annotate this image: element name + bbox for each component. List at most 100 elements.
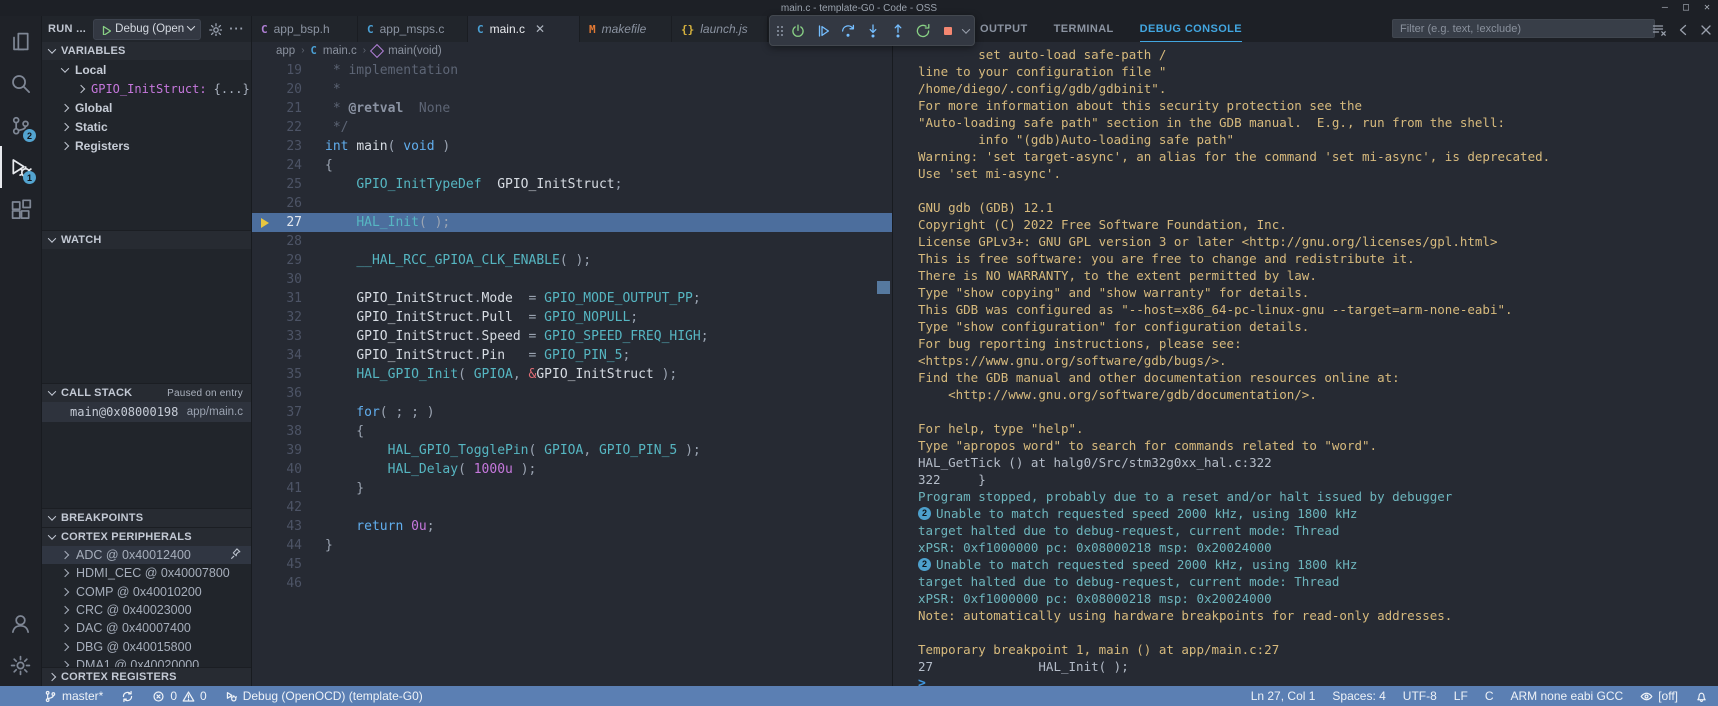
code-line-35[interactable]: 35 HAL_GPIO_Init( GPIOA, &GPIO_InitStruc… [252, 365, 892, 384]
peripheral-row[interactable]: CRC @ 0x40023000 [42, 601, 251, 619]
line-number[interactable]: 44 [252, 536, 302, 555]
debug-settings-gear-icon[interactable] [208, 22, 222, 36]
start-debug-icon[interactable] [100, 24, 111, 35]
line-number[interactable]: 23 [252, 137, 302, 156]
code-line-29[interactable]: 29 __HAL_RCC_GPIOA_CLK_ENABLE( ); [252, 251, 892, 270]
code-line-41[interactable]: 41 } [252, 479, 892, 498]
editor-tab-makefile[interactable]: Mmakefile [580, 16, 672, 42]
code-line-42[interactable]: 42 [252, 498, 892, 517]
watch-body[interactable] [42, 249, 251, 383]
variables-section-header[interactable]: VARIABLES [42, 42, 251, 60]
statusbar-encoding[interactable]: UTF-8 [1403, 689, 1437, 703]
code-line-43[interactable]: 43 return 0u; [252, 517, 892, 536]
statusbar-language-mode[interactable]: C [1485, 689, 1494, 703]
statusbar-compiler[interactable]: ARM none eabi GCC [1510, 689, 1623, 703]
breakpoints-section-header[interactable]: BREAKPOINTS [42, 508, 251, 527]
clear-console-icon[interactable] [1651, 22, 1666, 37]
activity-item-account[interactable] [0, 602, 41, 644]
line-number[interactable]: 36 [252, 384, 302, 403]
more-actions-icon[interactable]: ··· [229, 22, 245, 36]
line-number[interactable]: 37 [252, 403, 302, 422]
activity-item-explorer[interactable] [0, 20, 41, 62]
line-number[interactable]: 38 [252, 422, 302, 441]
line-number[interactable]: 27 [252, 213, 302, 232]
line-number[interactable]: 30 [252, 270, 302, 289]
console-input-prompt[interactable]: > [918, 675, 1710, 686]
peripheral-row[interactable]: DAC @ 0x40007400 [42, 619, 251, 637]
code-line-45[interactable]: 45 [252, 555, 892, 574]
code-line-37[interactable]: 37 for( ; ; ) [252, 403, 892, 422]
variables-tree[interactable]: LocalGPIO_InitStruct: {...}GlobalStaticR… [42, 60, 251, 230]
line-number[interactable]: 45 [252, 555, 302, 574]
cortex-peripherals-section-header[interactable]: CORTEX PERIPHERALS [42, 527, 251, 546]
code-line-25[interactable]: 25 GPIO_InitTypeDef GPIO_InitStruct; [252, 175, 892, 194]
tab-debug-console[interactable]: DEBUG CONSOLE [1140, 16, 1242, 42]
debug-restart-button[interactable] [912, 19, 934, 42]
code-line-34[interactable]: 34 GPIO_InitStruct.Pin = GPIO_PIN_5; [252, 346, 892, 365]
code-line-21[interactable]: 21 * @retval None [252, 99, 892, 118]
statusbar-live-preview[interactable]: [off] [1640, 689, 1678, 703]
debug-continue-button[interactable] [812, 19, 834, 42]
line-number[interactable]: 43 [252, 517, 302, 536]
code-line-20[interactable]: 20 * [252, 80, 892, 99]
line-number[interactable]: 33 [252, 327, 302, 346]
line-number[interactable]: 46 [252, 574, 302, 593]
debug-step-into-button[interactable] [862, 19, 884, 42]
line-number[interactable]: 26 [252, 194, 302, 213]
code-line-23[interactable]: 23int main( void ) [252, 137, 892, 156]
code-line-27[interactable]: 27 HAL_Init( ); [252, 213, 892, 232]
peripheral-row[interactable]: COMP @ 0x40010200 [42, 583, 251, 601]
title-bar[interactable]: main.c - template-G0 - Code - OSS – □ ✕ [0, 0, 1718, 16]
line-number[interactable]: 24 [252, 156, 302, 175]
console-filter-input[interactable] [1392, 19, 1655, 38]
statusbar-notifications[interactable] [1695, 690, 1708, 703]
line-number[interactable]: 19 [252, 61, 302, 80]
maximize-icon[interactable]: □ [1683, 3, 1689, 13]
variables-scope-local[interactable]: Local [42, 60, 251, 79]
code-line-36[interactable]: 36 [252, 384, 892, 403]
close-panel-icon[interactable] [1698, 22, 1712, 36]
code-line-40[interactable]: 40 HAL_Delay( 1000u ); [252, 460, 892, 479]
line-number[interactable]: 41 [252, 479, 302, 498]
editor-tab-main.c[interactable]: Cmain.c✕ [468, 16, 580, 42]
call-stack-section-header[interactable]: CALL STACK Paused on entry [42, 383, 251, 402]
peripheral-row[interactable]: ADC @ 0x40012400 [42, 546, 251, 564]
line-number[interactable]: 39 [252, 441, 302, 460]
line-number[interactable]: 28 [252, 232, 302, 251]
debug-console-output[interactable]: set auto-load safe-path /line to your co… [893, 42, 1718, 686]
debug-step-over-button[interactable] [837, 19, 859, 42]
code-line-32[interactable]: 32 GPIO_InitStruct.Pull = GPIO_NOPULL; [252, 308, 892, 327]
code-line-38[interactable]: 38 { [252, 422, 892, 441]
code-line-24[interactable]: 24{ [252, 156, 892, 175]
line-number[interactable]: 20 [252, 80, 302, 99]
debug-reset-button[interactable] [787, 19, 809, 42]
breadcrumb-file[interactable]: main.c [323, 45, 357, 57]
line-number[interactable]: 34 [252, 346, 302, 365]
statusbar-sync[interactable] [121, 690, 134, 703]
debug-toolbar[interactable] [769, 15, 975, 46]
tab-output[interactable]: OUTPUT [980, 17, 1028, 42]
watch-section-header[interactable]: WATCH [42, 230, 251, 249]
editor-tab-launch.js[interactable]: {}launch.js [672, 16, 768, 42]
minimize-icon[interactable]: – [1662, 3, 1668, 13]
editor-tab-app_bsp.h[interactable]: Capp_bsp.h [252, 16, 358, 42]
debug-stop-button[interactable] [937, 19, 959, 42]
activity-item-source-control[interactable]: 2 [0, 104, 41, 146]
code-line-19[interactable]: 19 * implementation [252, 61, 892, 80]
cortex-registers-section-header[interactable]: CORTEX REGISTERS [42, 667, 251, 686]
statusbar-problems[interactable]: 00 [152, 689, 206, 703]
tab-terminal[interactable]: TERMINAL [1054, 17, 1114, 42]
debug-config-dropdown[interactable]: Debug (Open [93, 19, 201, 40]
line-number[interactable]: 32 [252, 308, 302, 327]
line-number[interactable]: 21 [252, 99, 302, 118]
line-number[interactable]: 40 [252, 460, 302, 479]
line-number[interactable]: 31 [252, 289, 302, 308]
statusbar-indentation[interactable]: Spaces: 4 [1332, 689, 1385, 703]
variables-scope-global[interactable]: Global [42, 98, 251, 117]
editor-tab-app_msps.c[interactable]: Capp_msps.c [358, 16, 468, 42]
close-tab-icon[interactable]: ✕ [535, 22, 545, 36]
code-line-39[interactable]: 39 HAL_GPIO_TogglePin( GPIOA, GPIO_PIN_5… [252, 441, 892, 460]
line-number[interactable]: 35 [252, 365, 302, 384]
code-editor[interactable]: 19 * implementation20 *21 * @retval None… [252, 59, 892, 686]
code-line-31[interactable]: 31 GPIO_InitStruct.Mode = GPIO_MODE_OUTP… [252, 289, 892, 308]
